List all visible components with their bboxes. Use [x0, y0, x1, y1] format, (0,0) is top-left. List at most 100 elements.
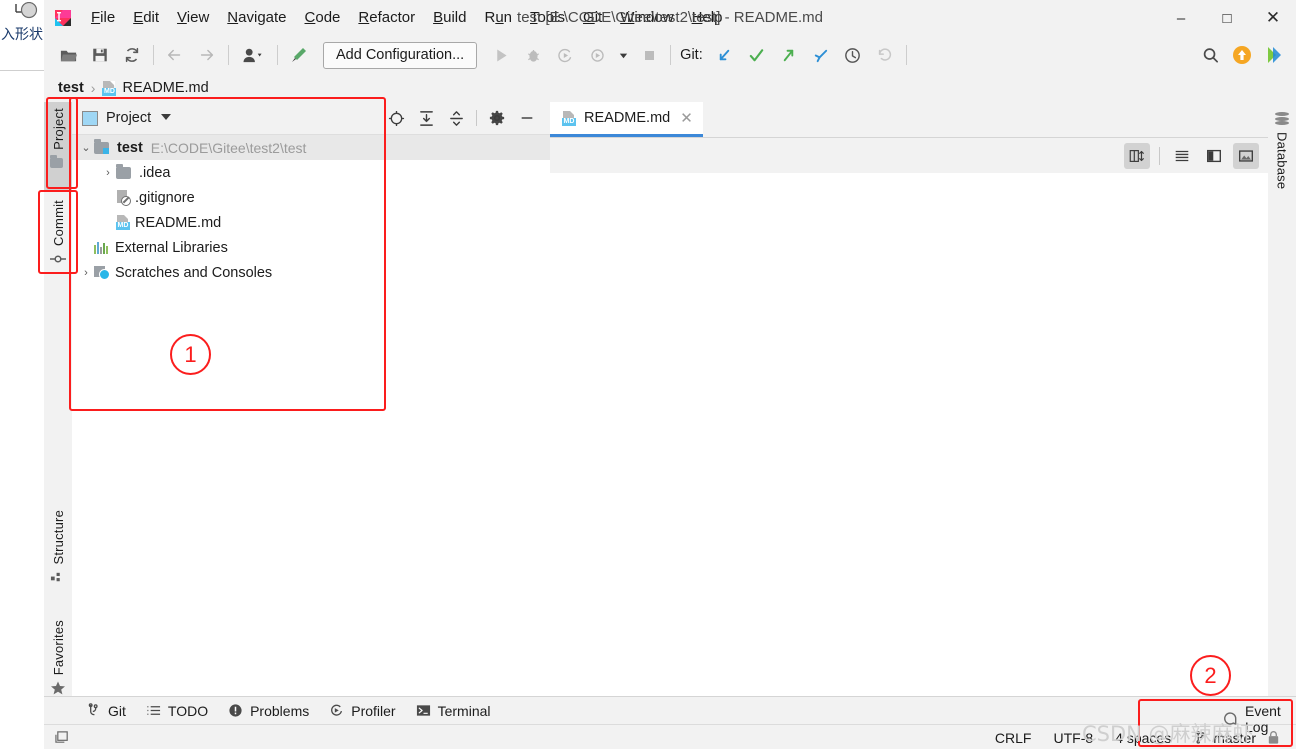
collapse-all-icon[interactable] — [444, 106, 468, 130]
sidebar-item-favorites-label: Favorites — [50, 620, 66, 676]
tree-row-test[interactable]: ⌄ test E:\CODE\Gitee\test2\test — [72, 135, 550, 160]
save-icon[interactable] — [86, 41, 114, 69]
add-configuration-button[interactable]: Add Configuration... — [323, 41, 478, 69]
toggle-toolwindow-icon[interactable] — [54, 730, 72, 746]
terminal-icon — [416, 703, 432, 719]
menu-item-run[interactable]: Run — [475, 0, 521, 36]
panel-action-separator — [476, 110, 477, 126]
project-view-icon — [82, 110, 98, 126]
chevron-down-icon[interactable] — [160, 113, 172, 123]
chevron-right-icon[interactable]: › — [78, 267, 94, 279]
menu-item-edit[interactable]: Edit — [124, 0, 168, 36]
split-editor-preview-icon[interactable] — [1124, 143, 1150, 169]
sidebar-item-structure[interactable]: Structure — [44, 504, 72, 598]
project-panel-actions — [381, 106, 550, 130]
bottom-item-problems[interactable]: Problems — [218, 698, 319, 724]
menu-item-refactor[interactable]: Refactor — [349, 0, 424, 36]
user-profile-icon[interactable] — [236, 41, 270, 69]
close-icon[interactable]: ✕ — [680, 109, 693, 127]
markdown-file-icon: MD — [102, 80, 117, 96]
close-button[interactable]: ✕ — [1250, 0, 1296, 36]
search-icon[interactable] — [1196, 41, 1224, 69]
hide-panel-icon[interactable] — [515, 106, 539, 130]
outside-top-panel: 入形状 — [0, 0, 44, 71]
back-arrow-icon[interactable] — [161, 41, 189, 69]
chevron-right-icon[interactable]: › — [100, 167, 116, 179]
git-pull-icon[interactable] — [807, 41, 835, 69]
folder-icon — [116, 163, 134, 181]
commit-icon — [50, 251, 66, 267]
toolbar-separator-4 — [670, 45, 672, 65]
debug-icon[interactable] — [519, 41, 547, 69]
sidebar-item-project[interactable]: Project — [44, 102, 72, 190]
menu-item-help[interactable]: Help — [683, 0, 732, 36]
editor-content[interactable] — [550, 173, 1268, 696]
chevron-expanded-icon[interactable]: ⌄ — [78, 141, 94, 154]
update-available-icon[interactable] — [1228, 41, 1256, 69]
status-line-separator[interactable]: CRLF — [995, 730, 1032, 746]
git-branch-icon — [86, 703, 102, 719]
git-rollback-icon[interactable] — [871, 41, 899, 69]
menu-item-git[interactable]: Git — [574, 0, 611, 36]
show-preview-only-icon[interactable] — [1233, 143, 1259, 169]
toolbar-separator-3 — [277, 45, 278, 65]
profiler-icon — [329, 703, 345, 719]
ide-share-icon[interactable] — [1260, 41, 1288, 69]
tree-row-readme[interactable]: MD README.md — [72, 210, 550, 235]
project-panel-title: Project — [106, 110, 152, 126]
bottom-item-profiler[interactable]: Profiler — [319, 698, 405, 724]
maximize-button[interactable]: □ — [1204, 0, 1250, 36]
watermark: CSDN @麻辣麻虾 — [1082, 722, 1254, 746]
outside-chinese-label: 入形状 — [1, 27, 43, 43]
git-commit-check-icon[interactable] — [743, 41, 771, 69]
menu-item-window[interactable]: Window — [611, 0, 682, 36]
breadcrumb-separator: › — [90, 80, 96, 96]
todo-list-icon — [146, 703, 162, 719]
settings-gear-icon[interactable] — [485, 106, 509, 130]
run-with-coverage-icon[interactable] — [551, 41, 579, 69]
sidebar-item-commit-label: Commit — [50, 200, 66, 246]
expand-all-icon[interactable] — [414, 106, 438, 130]
stop-icon[interactable] — [635, 41, 663, 69]
show-editor-only-icon[interactable] — [1169, 143, 1195, 169]
show-editor-and-preview-icon[interactable] — [1201, 143, 1227, 169]
breadcrumb-project[interactable]: test — [58, 80, 84, 96]
git-update-icon[interactable] — [711, 41, 739, 69]
editor-toolbar-separator — [1159, 147, 1160, 165]
bottom-item-todo[interactable]: TODO — [136, 698, 218, 724]
tree-path-test: E:\CODE\Gitee\test2\test — [150, 139, 307, 156]
menu-item-tools[interactable]: Tools — [521, 0, 574, 36]
tree-row-idea[interactable]: › .idea — [72, 160, 550, 185]
menu-item-build[interactable]: Build — [424, 0, 475, 36]
menu-item-file[interactable]: File — [82, 0, 124, 36]
open-folder-icon[interactable] — [54, 41, 82, 69]
minimize-button[interactable]: – — [1158, 0, 1204, 36]
favorites-star-icon — [50, 680, 66, 696]
tree-row-scratches[interactable]: › Scratches and Consoles — [72, 260, 550, 285]
bottom-item-terminal[interactable]: Terminal — [406, 698, 501, 724]
right-tool-stripe: Database — [1267, 102, 1296, 696]
git-push-icon[interactable] — [775, 41, 803, 69]
forward-arrow-icon[interactable] — [193, 41, 221, 69]
sidebar-item-structure-label: Structure — [50, 510, 66, 565]
select-opened-file-icon[interactable] — [384, 106, 408, 130]
tree-row-external-libraries[interactable]: External Libraries — [72, 235, 550, 260]
menu-item-view[interactable]: View — [168, 0, 218, 36]
bottom-item-git[interactable]: Git — [76, 698, 136, 724]
sync-icon[interactable] — [118, 41, 146, 69]
build-hammer-icon[interactable] — [285, 41, 313, 69]
run-dropdown-caret-icon[interactable] — [615, 41, 631, 69]
tree-row-gitignore[interactable]: .gitignore — [72, 185, 550, 210]
git-history-clock-icon[interactable] — [839, 41, 867, 69]
menu-item-code[interactable]: Code — [296, 0, 350, 36]
left-tool-stripe: Project Commit Structure Favorites — [44, 102, 73, 696]
sidebar-item-commit[interactable]: Commit — [44, 194, 72, 278]
profile-icon[interactable] — [583, 41, 611, 69]
sidebar-item-favorites[interactable]: Favorites — [44, 614, 72, 704]
bottom-item-problems-label: Problems — [250, 703, 310, 719]
breadcrumb-file[interactable]: README.md — [122, 80, 208, 96]
run-icon[interactable] — [487, 41, 515, 69]
sidebar-item-database[interactable]: Database — [1268, 108, 1296, 208]
menu-item-navigate[interactable]: Navigate — [218, 0, 295, 36]
tab-readme[interactable]: MD README.md ✕ — [550, 102, 703, 137]
